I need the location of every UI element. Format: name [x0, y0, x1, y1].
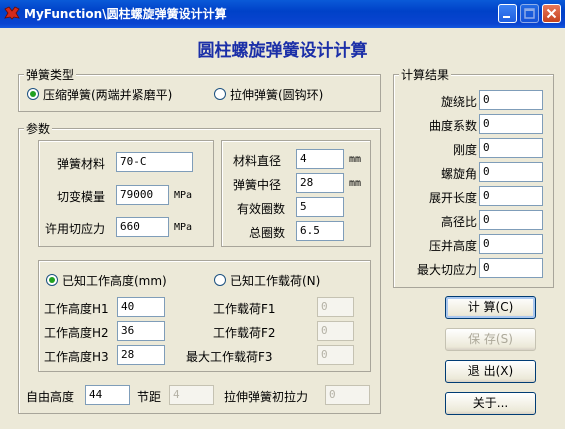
free-height-label: 自由高度: [26, 390, 75, 404]
result-label: 刚度: [452, 143, 477, 157]
f2-input: 0: [317, 321, 354, 341]
about-button[interactable]: 关于...: [445, 392, 536, 415]
allowable-stress-label: 许用切应力: [45, 222, 106, 236]
wire-diameter-unit: mm: [349, 154, 362, 165]
maximize-button: [520, 4, 539, 23]
result-value[interactable]: 0: [479, 234, 543, 254]
close-icon: [546, 8, 557, 19]
exit-button[interactable]: 退 出(X): [445, 360, 536, 383]
shear-modulus-input[interactable]: 79000: [116, 185, 169, 205]
total-coils-label: 总圈数: [249, 226, 286, 240]
pitch-label: 节距: [137, 390, 162, 404]
h1-label: 工作高度H1: [44, 302, 109, 316]
result-value[interactable]: 0: [479, 162, 543, 182]
f1-input: 0: [317, 297, 354, 317]
title-bar[interactable]: MyFunction\圆柱螺旋弹簧设计计算: [0, 0, 565, 28]
mean-diameter-unit: mm: [349, 178, 362, 189]
f2-label: 工作载荷F2: [213, 326, 276, 340]
allowable-stress-input[interactable]: 660: [116, 217, 169, 237]
known-height-label[interactable]: 已知工作高度(mm): [62, 272, 167, 289]
minimize-icon: [503, 16, 510, 18]
result-value[interactable]: 0: [479, 210, 543, 230]
results-legend: 计算结果: [399, 66, 452, 83]
wire-diameter-input[interactable]: 4: [296, 149, 344, 169]
material-label: 弹簧材料: [57, 157, 106, 171]
compression-radio[interactable]: [27, 88, 39, 100]
h3-label: 工作高度H3: [44, 350, 109, 364]
result-label: 高径比: [440, 215, 477, 229]
wire-diameter-label: 材料直径: [233, 154, 282, 168]
f3-label: 最大工作载荷F3: [186, 350, 273, 364]
result-label: 螺旋角: [440, 167, 477, 181]
result-label: 展开长度: [428, 191, 477, 205]
free-height-input[interactable]: 44: [85, 385, 130, 405]
known-height-radio[interactable]: [46, 274, 58, 286]
shear-modulus-unit: MPa: [174, 190, 193, 201]
tension-label[interactable]: 拉伸弹簧(圆钩环): [230, 86, 323, 103]
pitch-input: 4: [169, 385, 214, 405]
h2-input[interactable]: 36: [117, 321, 165, 341]
f1-label: 工作载荷F1: [213, 302, 276, 316]
window-title: MyFunction\圆柱螺旋弹簧设计计算: [24, 7, 227, 21]
result-value[interactable]: 0: [479, 114, 543, 134]
h1-input[interactable]: 40: [117, 297, 165, 317]
minimize-button[interactable]: [498, 4, 517, 23]
total-coils-input[interactable]: 6.5: [296, 221, 344, 241]
initial-tension-label: 拉伸弹簧初拉力: [224, 390, 309, 404]
known-load-label[interactable]: 已知工作载荷(N): [230, 272, 320, 289]
save-button: 保 存(S): [445, 328, 536, 351]
known-load-radio[interactable]: [214, 274, 226, 286]
result-label: 压并高度: [428, 239, 477, 253]
calculate-button[interactable]: 计 算(C): [445, 296, 536, 319]
material-input[interactable]: 70-C: [116, 152, 193, 172]
mean-diameter-label: 弹簧中径: [233, 178, 282, 192]
result-value[interactable]: 0: [479, 138, 543, 158]
result-label: 旋绕比: [440, 95, 477, 109]
page-heading: 圆柱螺旋弹簧设计计算: [197, 41, 368, 61]
h2-label: 工作高度H2: [44, 326, 109, 340]
active-coils-input[interactable]: 5: [296, 197, 344, 217]
result-value[interactable]: 0: [479, 90, 543, 110]
close-button[interactable]: [542, 4, 561, 23]
allowable-stress-unit: MPa: [174, 222, 193, 233]
f3-input: 0: [317, 345, 354, 365]
shear-modulus-label: 切变模量: [57, 190, 106, 204]
maximize-icon: [524, 8, 535, 19]
tension-radio[interactable]: [214, 88, 226, 100]
result-value[interactable]: 0: [479, 186, 543, 206]
result-label: 曲度系数: [428, 119, 477, 133]
app-icon: [4, 6, 20, 20]
h3-input[interactable]: 28: [117, 345, 165, 365]
mean-diameter-input[interactable]: 28: [296, 173, 344, 193]
spring-type-legend: 弹簧类型: [24, 66, 77, 83]
compression-label[interactable]: 压缩弹簧(两端并紧磨平): [43, 86, 172, 103]
result-label: 最大切应力: [416, 263, 477, 277]
result-value[interactable]: 0: [479, 258, 543, 278]
active-coils-label: 有效圈数: [237, 202, 286, 216]
initial-tension-input: 0: [325, 385, 370, 405]
params-legend: 参数: [24, 120, 53, 137]
